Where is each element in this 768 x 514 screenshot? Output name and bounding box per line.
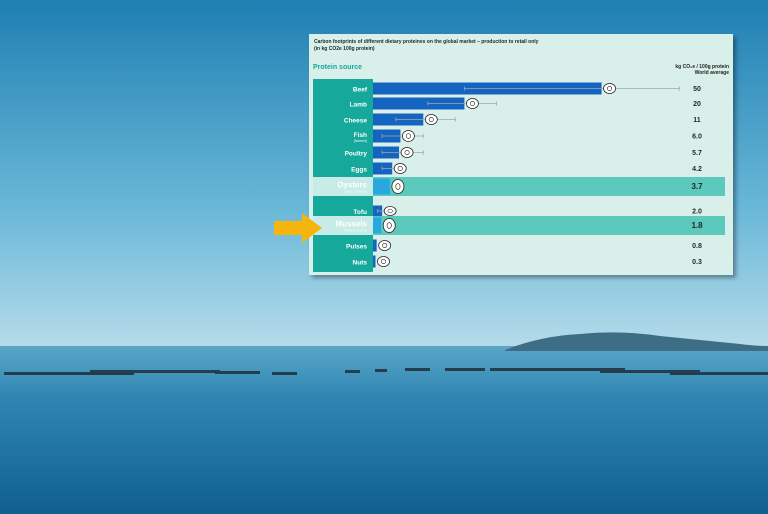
egg-icon bbox=[393, 163, 407, 174]
chart-row-eggs: Eggs 4.2 bbox=[351, 162, 702, 175]
bar bbox=[373, 239, 377, 252]
value-label: 3.7 bbox=[691, 182, 703, 191]
category-label: Tofu bbox=[353, 209, 367, 216]
chart-row-tofu: Tofu 2.0 bbox=[353, 205, 702, 217]
cheese-icon bbox=[424, 114, 438, 125]
category-label: Cheese bbox=[344, 118, 368, 125]
category-label: Beef bbox=[353, 87, 368, 94]
category-label: Mussels bbox=[335, 220, 367, 229]
chart-panel: Carbon footprints of different dietary p… bbox=[309, 34, 733, 275]
chart-row-fish: Fish(farmed) 6.0 bbox=[354, 129, 702, 143]
category-label: Pulses bbox=[346, 244, 367, 251]
chart-row-lamb: Lamb 20 bbox=[350, 97, 701, 110]
bar bbox=[373, 255, 376, 268]
value-label: 1.8 bbox=[691, 221, 703, 230]
value-label: 11 bbox=[693, 117, 701, 124]
tofu-icon bbox=[383, 206, 397, 216]
category-label: Lamb bbox=[350, 102, 367, 109]
value-label: 2.0 bbox=[692, 209, 702, 216]
value-label: 4.2 bbox=[692, 166, 702, 173]
value-label: 50 bbox=[693, 86, 701, 93]
chart-row-nuts: Nuts 0.3 bbox=[353, 255, 702, 268]
category-label: Eggs bbox=[351, 167, 367, 174]
value-label: 0.3 bbox=[692, 259, 702, 266]
category-sublabel: (New Zealand) bbox=[344, 190, 367, 194]
pulses-icon bbox=[378, 240, 392, 251]
chart-row-mussels: Mussels(New Zealand) 1.8 bbox=[313, 216, 725, 235]
value-label: 5.7 bbox=[692, 150, 702, 157]
chart-row-pulses: Pulses 0.8 bbox=[346, 239, 702, 252]
category-sublabel: (New Zealand) bbox=[344, 229, 367, 233]
chart-row-cheese: Cheese 11 bbox=[344, 113, 701, 126]
bar bbox=[373, 217, 382, 234]
oyster-icon bbox=[391, 179, 405, 194]
bar bbox=[373, 178, 390, 195]
chart-row-poultry: Poultry 5.7 bbox=[345, 146, 702, 159]
category-sublabel: (farmed) bbox=[354, 139, 367, 143]
category-label: Nuts bbox=[353, 260, 368, 267]
category-label: Oysters bbox=[337, 181, 367, 190]
chart-row-beef: Beef 50 bbox=[353, 82, 701, 95]
lamb-chop-icon bbox=[466, 98, 479, 109]
value-label: 20 bbox=[693, 101, 701, 108]
steak-icon bbox=[603, 83, 616, 94]
fish-icon bbox=[402, 130, 415, 142]
bar-chart: Beef 50 Lamb 20 Cheese 11 Fish(farmed) 6.0 Poult… bbox=[313, 79, 725, 272]
category-label: Poultry bbox=[345, 151, 368, 158]
drumstick-icon bbox=[400, 147, 414, 158]
mussel-icon bbox=[382, 218, 396, 233]
value-label: 6.0 bbox=[692, 134, 702, 141]
chart-row-oysters: Oysters(New Zealand) 3.7 bbox=[313, 177, 725, 196]
nuts-icon bbox=[377, 256, 390, 267]
category-label: Fish bbox=[354, 132, 367, 139]
value-label: 0.8 bbox=[692, 243, 702, 250]
